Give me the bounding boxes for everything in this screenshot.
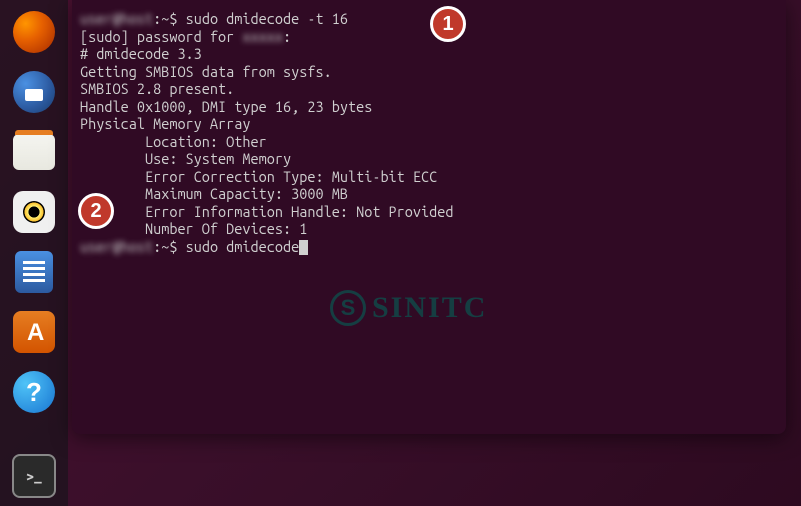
terminal-line-pma: Physical Memory Array <box>80 115 778 133</box>
terminal-line-capacity: Maximum Capacity: 3000 MB <box>80 185 778 203</box>
annotation-badge-1: 1 <box>430 6 466 42</box>
terminal-line-ecc: Error Correction Type: Multi-bit ECC <box>80 168 778 186</box>
terminal-line-use: Use: System Memory <box>80 150 778 168</box>
dock-item-firefox[interactable] <box>10 8 58 56</box>
rhythmbox-icon <box>13 191 55 233</box>
terminal-line-location: Location: Other <box>80 133 778 151</box>
dock-item-help[interactable]: ? <box>10 368 58 416</box>
terminal-line-prompt1: user@host:~$ sudo dmidecode -t 16 <box>80 10 778 28</box>
watermark-logo-icon: S <box>330 290 366 326</box>
cursor-icon <box>299 240 308 255</box>
prompt-user: user@host <box>80 10 153 27</box>
thunderbird-icon <box>13 71 55 113</box>
terminal-line-handle: Handle 0x1000, DMI type 16, 23 bytes <box>80 98 778 116</box>
terminal-window[interactable]: user@host:~$ sudo dmidecode -t 16 [sudo]… <box>72 0 786 434</box>
terminal-line-password: [sudo] password for xxxxx: <box>80 28 778 46</box>
terminal-line-devices: Number Of Devices: 1 <box>80 220 778 238</box>
terminal-line-version: # dmidecode 3.3 <box>80 45 778 63</box>
dock: ? <box>0 0 68 506</box>
software-icon <box>13 311 55 353</box>
dock-item-writer[interactable] <box>10 248 58 296</box>
writer-icon <box>15 251 53 293</box>
dock-item-software[interactable] <box>10 308 58 356</box>
dock-item-terminal[interactable] <box>12 454 56 498</box>
command-text: sudo dmidecode -t 16 <box>186 10 348 27</box>
watermark-text: SINITC <box>372 291 487 325</box>
terminal-line-error-handle: Error Information Handle: Not Provided <box>80 203 778 221</box>
help-icon: ? <box>13 371 55 413</box>
terminal-line-prompt2: user@host:~$ sudo dmidecode <box>80 238 778 256</box>
annotation-badge-2: 2 <box>78 193 114 229</box>
watermark: S SINITC <box>330 290 487 326</box>
prompt-user: user@host <box>80 238 153 255</box>
dock-item-rhythmbox[interactable] <box>10 188 58 236</box>
dock-item-files[interactable] <box>10 128 58 176</box>
command-text: sudo dmidecode <box>186 238 300 255</box>
terminal-line-getting: Getting SMBIOS data from sysfs. <box>80 63 778 81</box>
files-icon <box>13 134 55 170</box>
prompt-separator: :~$ <box>153 238 185 255</box>
blurred-username: xxxxx <box>242 28 283 45</box>
firefox-icon <box>13 11 55 53</box>
terminal-line-present: SMBIOS 2.8 present. <box>80 80 778 98</box>
prompt-separator: :~$ <box>153 10 185 27</box>
dock-item-thunderbird[interactable] <box>10 68 58 116</box>
